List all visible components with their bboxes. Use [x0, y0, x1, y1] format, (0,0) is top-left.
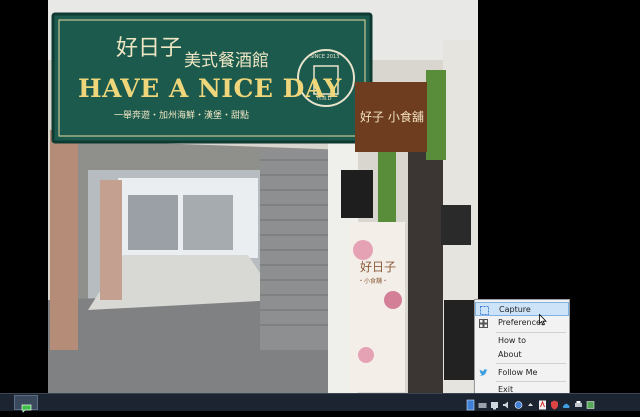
- background-photo: 好日子 美式餐酒館 HAVE A NICE DAY 一舉奔遊・加州海鮮・漢堡・甜…: [48, 0, 478, 393]
- menu-item-about[interactable]: About: [475, 348, 569, 362]
- preferences-icon: [479, 319, 488, 328]
- menu-separator: [496, 332, 566, 333]
- up-arrow-icon[interactable]: [526, 396, 535, 408]
- show-desktop-icon[interactable]: [586, 396, 595, 409]
- sign-badge-top: SINCE 2013: [310, 54, 340, 60]
- pdf-icon[interactable]: [538, 396, 547, 410]
- clock-icon[interactable]: [514, 396, 523, 409]
- menu-item-label: Capture: [499, 305, 531, 314]
- tray-context-menu: Capture Preferences How to About Follow …: [474, 299, 570, 400]
- taskbar-app-button[interactable]: [14, 395, 38, 413]
- menu-item-preferences[interactable]: Preferences: [475, 316, 569, 330]
- sign-tagline: 一舉奔遊・加州海鮮・漢堡・甜點: [114, 111, 250, 121]
- chat-bubble-icon: [21, 398, 32, 413]
- menu-separator: [496, 381, 566, 382]
- menu-separator: [496, 363, 566, 364]
- printer-icon[interactable]: [574, 396, 583, 408]
- menu-item-follow-me[interactable]: Follow Me: [475, 366, 569, 380]
- sign-badge-bottom: H.N.D: [317, 96, 332, 102]
- twitter-bird-icon: [479, 369, 488, 377]
- sign-english-headline: HAVE A NICE DAY: [78, 74, 342, 103]
- sign-chinese-title: 好日子: [116, 36, 183, 61]
- menu-item-label: Preferences: [498, 318, 546, 327]
- capture-icon: [480, 306, 489, 315]
- keyboard-icon[interactable]: [478, 396, 487, 408]
- menu-item-label: Follow Me: [498, 368, 538, 377]
- taskbar: [0, 393, 640, 413]
- mouse-cursor-icon: [539, 311, 547, 326]
- shield-icon[interactable]: [550, 396, 559, 410]
- menu-item-capture[interactable]: Capture: [475, 302, 569, 316]
- app-tray-icon[interactable]: [466, 396, 475, 411]
- poster-title: 好日子: [360, 260, 397, 274]
- sign-subtitle-chinese: 美式餐酒館: [184, 51, 269, 71]
- menu-item-how-to[interactable]: How to: [475, 334, 569, 348]
- side-sign-text: 好子 小食舖: [360, 110, 424, 124]
- menu-item-label: About: [498, 350, 522, 359]
- menu-item-label: How to: [498, 336, 527, 345]
- volume-icon[interactable]: [502, 396, 511, 409]
- poster-subtitle: ・小食舖・: [358, 278, 389, 285]
- network-icon[interactable]: [490, 396, 499, 410]
- cloud-upload-icon[interactable]: [562, 396, 571, 408]
